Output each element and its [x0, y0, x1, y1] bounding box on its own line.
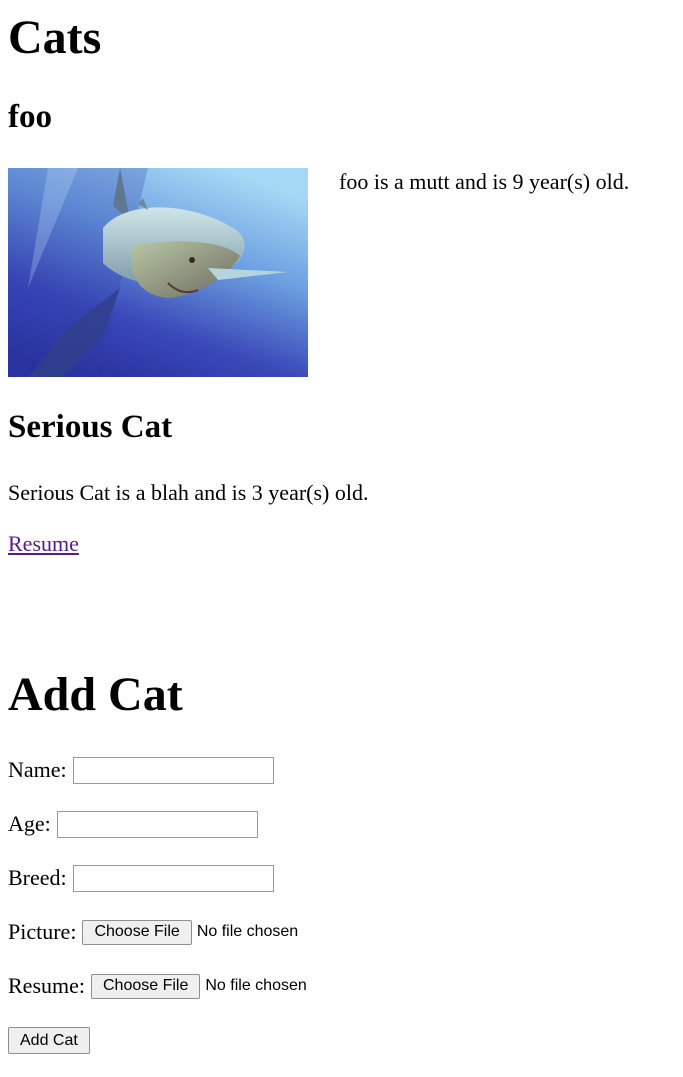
picture-label: Picture: — [8, 919, 77, 944]
breed-label: Breed: — [8, 865, 67, 890]
name-row: Name: — [8, 756, 274, 784]
age-label: Age: — [8, 811, 51, 836]
picture-choose-file-button[interactable]: Choose File — [82, 919, 192, 945]
resume-link[interactable]: Resume — [8, 533, 79, 555]
cat-description: Serious Cat is a blah and is 3 year(s) o… — [8, 480, 369, 505]
breed-input[interactable] — [72, 864, 274, 892]
cat-name-heading: foo — [8, 99, 52, 135]
resume-row: Resume: Choose File No file chosen — [8, 972, 307, 1000]
age-input[interactable] — [56, 810, 258, 838]
add-cat-button[interactable]: Add Cat — [8, 1027, 90, 1054]
cat-photo — [8, 168, 308, 377]
name-label: Name: — [8, 757, 67, 782]
picture-file-status: No file chosen — [196, 923, 299, 940]
breed-row: Breed: — [8, 864, 274, 892]
add-cat-heading: Add Cat — [8, 668, 183, 721]
name-input[interactable] — [72, 756, 274, 784]
age-row: Age: — [8, 810, 258, 838]
resume-choose-file-button[interactable]: Choose File — [91, 973, 201, 999]
resume-file-status: No file chosen — [205, 977, 307, 994]
page-title: Cats — [8, 11, 102, 64]
cat-name-heading: Serious Cat — [8, 409, 173, 445]
resume-label: Resume: — [8, 973, 85, 998]
cat-description: foo is a mutt and is 9 year(s) old. — [339, 169, 630, 194]
picture-row: Picture: Choose File No file chosen — [8, 918, 298, 946]
page: Cats foo foo is a mutt and is 9 year(s) … — [0, 0, 683, 1077]
